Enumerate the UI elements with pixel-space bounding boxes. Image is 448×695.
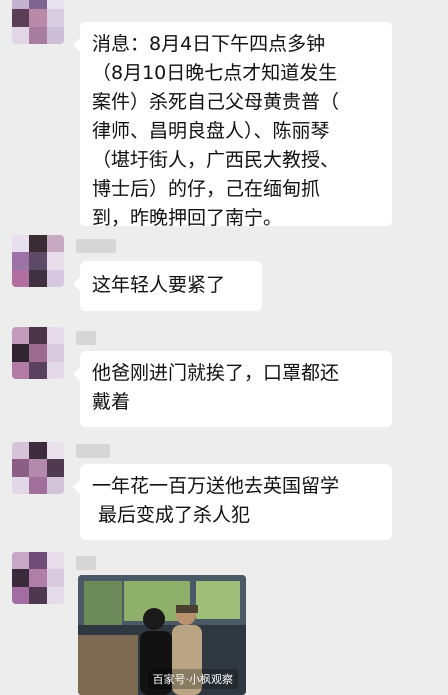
message-line: （8月10日晚七点才知道发生 bbox=[92, 62, 338, 84]
message-line: 最后变成了杀人犯 bbox=[92, 504, 251, 526]
photo-watermark: 百家号·小枫观察 bbox=[147, 669, 238, 689]
message-bubble[interactable]: 一年花一百万送他去英国留学 最后变成了杀人犯 bbox=[73, 464, 392, 540]
avatar[interactable] bbox=[12, 327, 64, 379]
message-line: 到，昨晚押回了南宁。 bbox=[92, 207, 283, 229]
message-line: 他爸刚进门就挨了，口罩都还 bbox=[92, 362, 340, 384]
chat-photo[interactable]: 百家号·小枫观察 bbox=[78, 575, 246, 695]
message-line: 律师、昌明良盘人）、陈丽琴 bbox=[92, 120, 330, 142]
sender-name-blurred bbox=[76, 556, 96, 570]
avatar[interactable] bbox=[12, 442, 64, 494]
message-line: 案件）杀死自己父母黄贵普（ bbox=[92, 91, 340, 113]
sender-name-blurred bbox=[76, 444, 110, 458]
message-line: 戴着 bbox=[92, 391, 131, 413]
avatar[interactable] bbox=[12, 235, 64, 287]
message-bubble[interactable]: 消息：8月4日下午四点多钟 （8月10日晚七点才知道发生 案件）杀死自己父母黄贵… bbox=[73, 22, 392, 229]
sender-name-blurred bbox=[76, 239, 116, 253]
avatar[interactable] bbox=[12, 0, 64, 44]
message-bubble[interactable]: 这年轻人要紧了 bbox=[73, 261, 262, 311]
message-line: （堪圩街人，广西民大教授、 bbox=[92, 149, 340, 171]
sender-name-blurred bbox=[76, 331, 96, 345]
message-line: 博士后）的仔，己在缅甸抓 bbox=[92, 178, 321, 200]
message-line: 消息：8月4日下午四点多钟 bbox=[92, 33, 326, 55]
message-bubble[interactable]: 他爸刚进门就挨了，口罩都还 戴着 bbox=[73, 351, 392, 427]
avatar[interactable] bbox=[12, 552, 64, 604]
message-text: 这年轻人要紧了 bbox=[92, 274, 226, 296]
message-line: 一年花一百万送他去英国留学 bbox=[92, 475, 340, 497]
